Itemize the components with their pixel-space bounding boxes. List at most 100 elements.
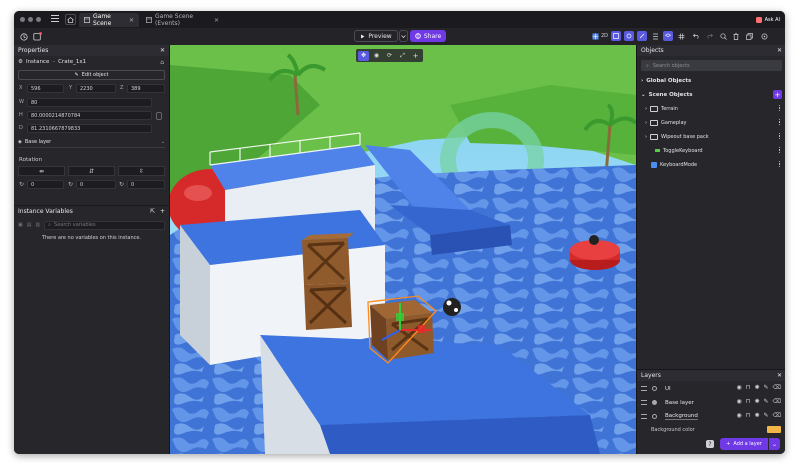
object-folder-wipeout[interactable]: › Wipeout base pack (645, 131, 709, 142)
height-field[interactable]: 80.0000214870784 (27, 111, 152, 120)
lock-icon[interactable]: ⊓ (746, 384, 751, 391)
object-groups-icon[interactable] (624, 31, 634, 41)
grid-2d-toggle[interactable]: 2D (592, 31, 608, 41)
z-field[interactable]: 389 (127, 84, 165, 93)
object-item-keyboardmode[interactable]: KeyboardMode (651, 159, 697, 170)
rotation-y-field[interactable]: 0 (76, 180, 116, 189)
help-icon[interactable]: ? (706, 440, 714, 448)
lock-icon[interactable]: ⊓ (746, 412, 751, 419)
rotation-x-field[interactable]: 0 (27, 180, 64, 189)
trash-icon[interactable]: ▥ (35, 222, 40, 228)
tab-close-icon[interactable]: ✕ (129, 17, 134, 24)
copy-icon[interactable]: ▣ (18, 222, 23, 228)
y-field[interactable]: 2230 (76, 84, 116, 93)
global-objects-group[interactable]: › Global Objects (641, 75, 691, 86)
background-color-swatch[interactable] (767, 426, 781, 433)
drag-handle-icon[interactable] (641, 400, 647, 405)
scene-viewport[interactable]: ✥ ◉ ⟳ ⤢ + (170, 45, 636, 454)
delete-icon[interactable] (731, 31, 741, 41)
close-icon[interactable]: ✕ (777, 47, 782, 54)
size-lock-icon[interactable] (156, 112, 162, 120)
eye-icon[interactable]: ◉ (737, 384, 742, 391)
paste-icon[interactable]: ▤ (27, 222, 32, 228)
visibility-icon[interactable] (652, 386, 657, 391)
layer-select[interactable]: ◈ Base layer ⌄ (18, 137, 165, 148)
x-field[interactable]: 596 (27, 84, 64, 93)
move-gizmo-icon[interactable]: ✥ (358, 50, 369, 61)
more-options-icon[interactable] (759, 31, 769, 41)
object-folder-gameplay[interactable]: › Gameplay (645, 117, 686, 128)
add-layer-button[interactable]: + Add a layer (720, 438, 768, 450)
redo-icon[interactable] (704, 31, 714, 41)
instances-list-icon[interactable] (650, 31, 660, 41)
undo-icon[interactable] (691, 31, 701, 41)
eye-icon[interactable]: ◉ (737, 398, 742, 405)
object-folder-terrain[interactable]: › Terrain (645, 103, 678, 114)
flip-x-button[interactable]: ⇹ (18, 166, 65, 176)
home-icon[interactable] (65, 14, 76, 25)
tab-game-scene-events[interactable]: Game Scene (Events) ✕ (141, 13, 224, 27)
trash-icon[interactable]: ⌫ (773, 384, 781, 391)
w-label: W (19, 99, 24, 105)
more-icon[interactable] (779, 133, 781, 139)
more-icon[interactable] (779, 147, 781, 153)
window-close-dot[interactable] (20, 17, 25, 22)
properties-panel-icon[interactable] (637, 31, 647, 41)
variables-search-field[interactable]: ⌕ Search variables (44, 220, 165, 230)
trash-icon[interactable]: ⌫ (773, 398, 781, 405)
scene-objects-group[interactable]: ⌄ Scene Objects (641, 89, 693, 100)
edit-object-button[interactable]: ✎ Edit object (18, 70, 165, 80)
preview-button[interactable]: Preview (354, 30, 398, 42)
light-icon[interactable]: ✺ (754, 412, 759, 419)
share-button[interactable]: Share (410, 30, 446, 42)
preview-options-button[interactable] (399, 30, 408, 42)
lock-icon[interactable]: ⌂ (160, 59, 164, 66)
close-icon[interactable]: ✕ (777, 372, 782, 379)
scene-settings-icon[interactable] (32, 31, 43, 42)
light-icon[interactable]: ✺ (754, 384, 759, 391)
scale-gizmo-icon[interactable]: ⤢ (397, 51, 408, 61)
light-icon[interactable]: ✺ (754, 398, 759, 405)
flip-z-button[interactable]: ⇳ (118, 166, 165, 176)
add-icon[interactable]: + (160, 208, 165, 215)
eye-icon[interactable]: ◉ (737, 412, 742, 419)
add-object-button[interactable]: + (773, 90, 782, 99)
trash-icon[interactable]: ⌫ (773, 412, 781, 419)
grid-settings-icon[interactable] (676, 31, 686, 41)
more-icon[interactable] (779, 119, 781, 125)
window-minimize-dot[interactable] (28, 17, 33, 22)
lock-icon[interactable]: ⊓ (746, 398, 751, 405)
tab-game-scene[interactable]: Game Scene ✕ (79, 13, 139, 27)
camera-icon[interactable]: ◉ (371, 51, 382, 61)
rotation-z-field[interactable]: 0 (127, 180, 165, 189)
window-maximize-dot[interactable] (36, 17, 41, 22)
layers-panel-icon[interactable] (663, 31, 673, 41)
tab-close-icon[interactable]: ✕ (214, 17, 219, 24)
visibility-icon[interactable] (652, 414, 657, 419)
edit-icon[interactable]: ✎ (763, 384, 768, 391)
depth-field[interactable]: 81.2310667879833 (27, 124, 152, 133)
close-icon[interactable]: ✕ (160, 47, 165, 54)
add-layer-options-button[interactable]: ⌄ (769, 438, 780, 450)
more-icon[interactable] (779, 105, 781, 111)
width-field[interactable]: 80 (27, 98, 152, 107)
drag-handle-icon[interactable] (641, 414, 647, 419)
rotate-gizmo-icon[interactable]: ⟳ (384, 51, 395, 61)
copy-icon[interactable] (744, 31, 754, 41)
more-icon[interactable] (779, 161, 781, 167)
open-external-icon[interactable]: ⇱ (150, 208, 155, 215)
flip-y-button[interactable]: ⇵ (68, 166, 115, 176)
add-gizmo-icon[interactable]: + (410, 51, 421, 61)
objects-panel-icon[interactable] (611, 31, 621, 41)
menu-icon[interactable] (51, 15, 59, 22)
edit-icon[interactable]: ✎ (763, 412, 768, 419)
object-item-togglekeyboard[interactable]: ToggleKeyboard (655, 145, 703, 156)
edit-icon[interactable]: ✎ (763, 398, 768, 405)
ask-ai-button[interactable]: Ask AI (755, 14, 780, 25)
objects-search-field[interactable]: ⌕ Search objects (641, 60, 782, 71)
visibility-icon[interactable] (652, 400, 657, 405)
project-manager-icon[interactable] (18, 31, 29, 42)
zoom-icon[interactable] (718, 31, 728, 41)
drag-handle-icon[interactable] (641, 386, 647, 391)
folder-icon (650, 105, 658, 112)
